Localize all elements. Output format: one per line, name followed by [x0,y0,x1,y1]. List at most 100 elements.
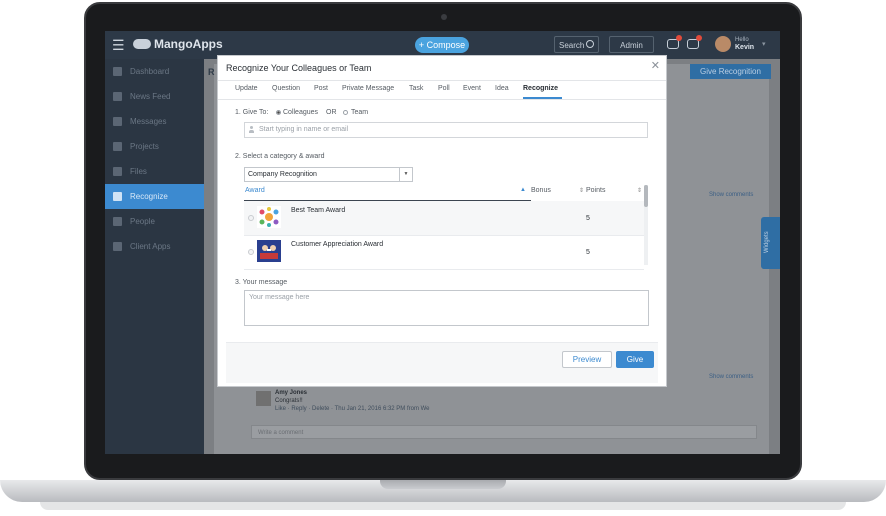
points-column-header[interactable]: Points [586,187,605,194]
award-points: 5 [586,249,590,256]
cloud-logo-icon [133,39,151,49]
team-award-icon [257,206,281,228]
tab-update[interactable]: Update [235,85,258,92]
comment-input[interactable]: Write a comment [251,425,757,439]
person-icon [249,126,254,133]
step3-label: 3. Your message [235,279,288,286]
sidebar-item-label: News Feed [130,92,171,101]
laptop-notch [380,480,506,489]
tab-poll[interactable]: Poll [438,85,450,92]
preview-button[interactable]: Preview [562,351,612,368]
sidebar-item-label: Recognize [130,192,168,201]
post-type-tabs: Update Question Post Private Message Tas… [218,80,666,100]
team-radio[interactable] [343,110,348,115]
user-greeting[interactable]: Hello Kevin [735,37,754,52]
compose-button[interactable]: + Compose [415,37,469,53]
avatar[interactable] [715,36,731,52]
sidebar-item-label: Dashboard [130,67,170,76]
dialog-footer: Preview Give [226,342,658,383]
menu-icon[interactable]: ☰ [112,38,125,52]
sort-icon[interactable]: ⇕ [637,187,642,194]
sidebar-item-dashboard[interactable]: Dashboard [105,59,204,84]
sidebar-item-recognize[interactable]: Recognize [105,184,210,209]
comment-author[interactable]: Amy Jones [275,390,307,396]
person-icon [113,217,122,226]
bonus-column-header[interactable]: Bonus [531,187,551,194]
tab-question[interactable]: Question [272,85,300,92]
logo-text: MangoApps [154,37,223,51]
customer-award-icon [257,240,281,262]
award-radio[interactable] [248,249,254,255]
mail-icon [113,117,122,126]
folder-icon [113,142,122,151]
chevron-down-icon[interactable]: ▼ [399,168,412,181]
show-comments-link[interactable]: Show comments [709,192,753,198]
chat-badge [676,35,682,41]
sidebar: Dashboard News Feed Messages Projects Fi… [105,59,210,454]
sort-icon[interactable]: ⇕ [579,187,584,194]
award-name: Best Team Award [291,207,346,214]
widgets-label: Widgets [764,231,770,253]
admin-button[interactable]: Admin [609,36,654,53]
sidebar-item-projects[interactable]: Projects [105,134,204,159]
dialog-title: Recognize Your Colleagues or Team [226,63,372,73]
message-textarea[interactable]: Your message here [244,290,649,326]
step1-label: 1. Give To: [235,109,269,116]
colleagues-label[interactable]: Colleagues [283,109,318,116]
tab-private-message[interactable]: Private Message [342,85,394,92]
newsfeed-icon [113,92,122,101]
table-row[interactable]: Customer Appreciation Award 5 [244,235,644,270]
recipient-placeholder: Start typing in name or email [259,126,349,133]
sidebar-item-label: Client Apps [130,242,171,251]
tab-post[interactable]: Post [314,85,328,92]
category-selected: Company Recognition [248,171,317,178]
file-icon [113,167,122,176]
chevron-down-icon[interactable]: ▾ [762,40,766,48]
sidebar-item-files[interactable]: Files [105,159,204,184]
laptop-shadow [40,502,846,510]
table-row[interactable]: Best Team Award 5 [244,201,644,236]
sidebar-item-label: Files [130,167,147,176]
widgets-tab[interactable]: Widgets [761,217,780,269]
search-icon [586,40,594,48]
sort-ascending-icon[interactable]: ▲ [520,187,526,193]
dialog-header: Recognize Your Colleagues or Team ✕ [218,56,666,81]
comment-text: Congrats!! [275,398,303,404]
search-input[interactable]: Search [554,36,599,53]
colleagues-radio[interactable] [276,110,281,115]
award-name: Customer Appreciation Award [291,241,384,248]
trophy-icon [113,192,122,201]
app-logo[interactable]: MangoApps [133,37,223,51]
notification-badge [696,35,702,41]
comment-meta[interactable]: Like · Reply · Delete · Thu Jan 21, 2016… [275,406,430,412]
scrollbar-thumb[interactable] [644,185,648,207]
recipient-input[interactable]: Start typing in name or email [244,122,648,138]
give-button[interactable]: Give [616,351,654,368]
give-recognition-button[interactable]: Give Recognition [690,64,771,79]
active-tab-indicator [523,97,562,99]
category-select[interactable]: Company Recognition ▼ [244,167,413,182]
show-comments-link[interactable]: Show comments [709,374,753,380]
sidebar-item-client-apps[interactable]: Client Apps [105,234,204,259]
top-bar: ☰ MangoApps + Compose Search Admin Hello… [105,31,780,59]
tab-recognize[interactable]: Recognize [523,85,558,92]
award-points: 5 [586,215,590,222]
home-icon [113,67,122,76]
recognize-dialog: Recognize Your Colleagues or Team ✕ Upda… [218,56,666,386]
sidebar-item-messages[interactable]: Messages [105,109,204,134]
sidebar-item-people[interactable]: People [105,209,204,234]
tab-event[interactable]: Event [463,85,481,92]
tab-task[interactable]: Task [409,85,423,92]
sidebar-item-label: Messages [130,117,167,126]
greeting-text: Hello [735,37,749,43]
tab-idea[interactable]: Idea [495,85,509,92]
award-column-header[interactable]: Award [245,187,265,194]
search-label: Search [559,41,585,50]
sidebar-item-label: Projects [130,142,159,151]
or-label: OR [326,109,337,116]
close-icon[interactable]: ✕ [651,61,660,72]
award-list-scrollbar[interactable] [644,185,648,265]
team-label[interactable]: Team [351,109,368,116]
sidebar-item-news-feed[interactable]: News Feed [105,84,204,109]
award-radio[interactable] [248,215,254,221]
